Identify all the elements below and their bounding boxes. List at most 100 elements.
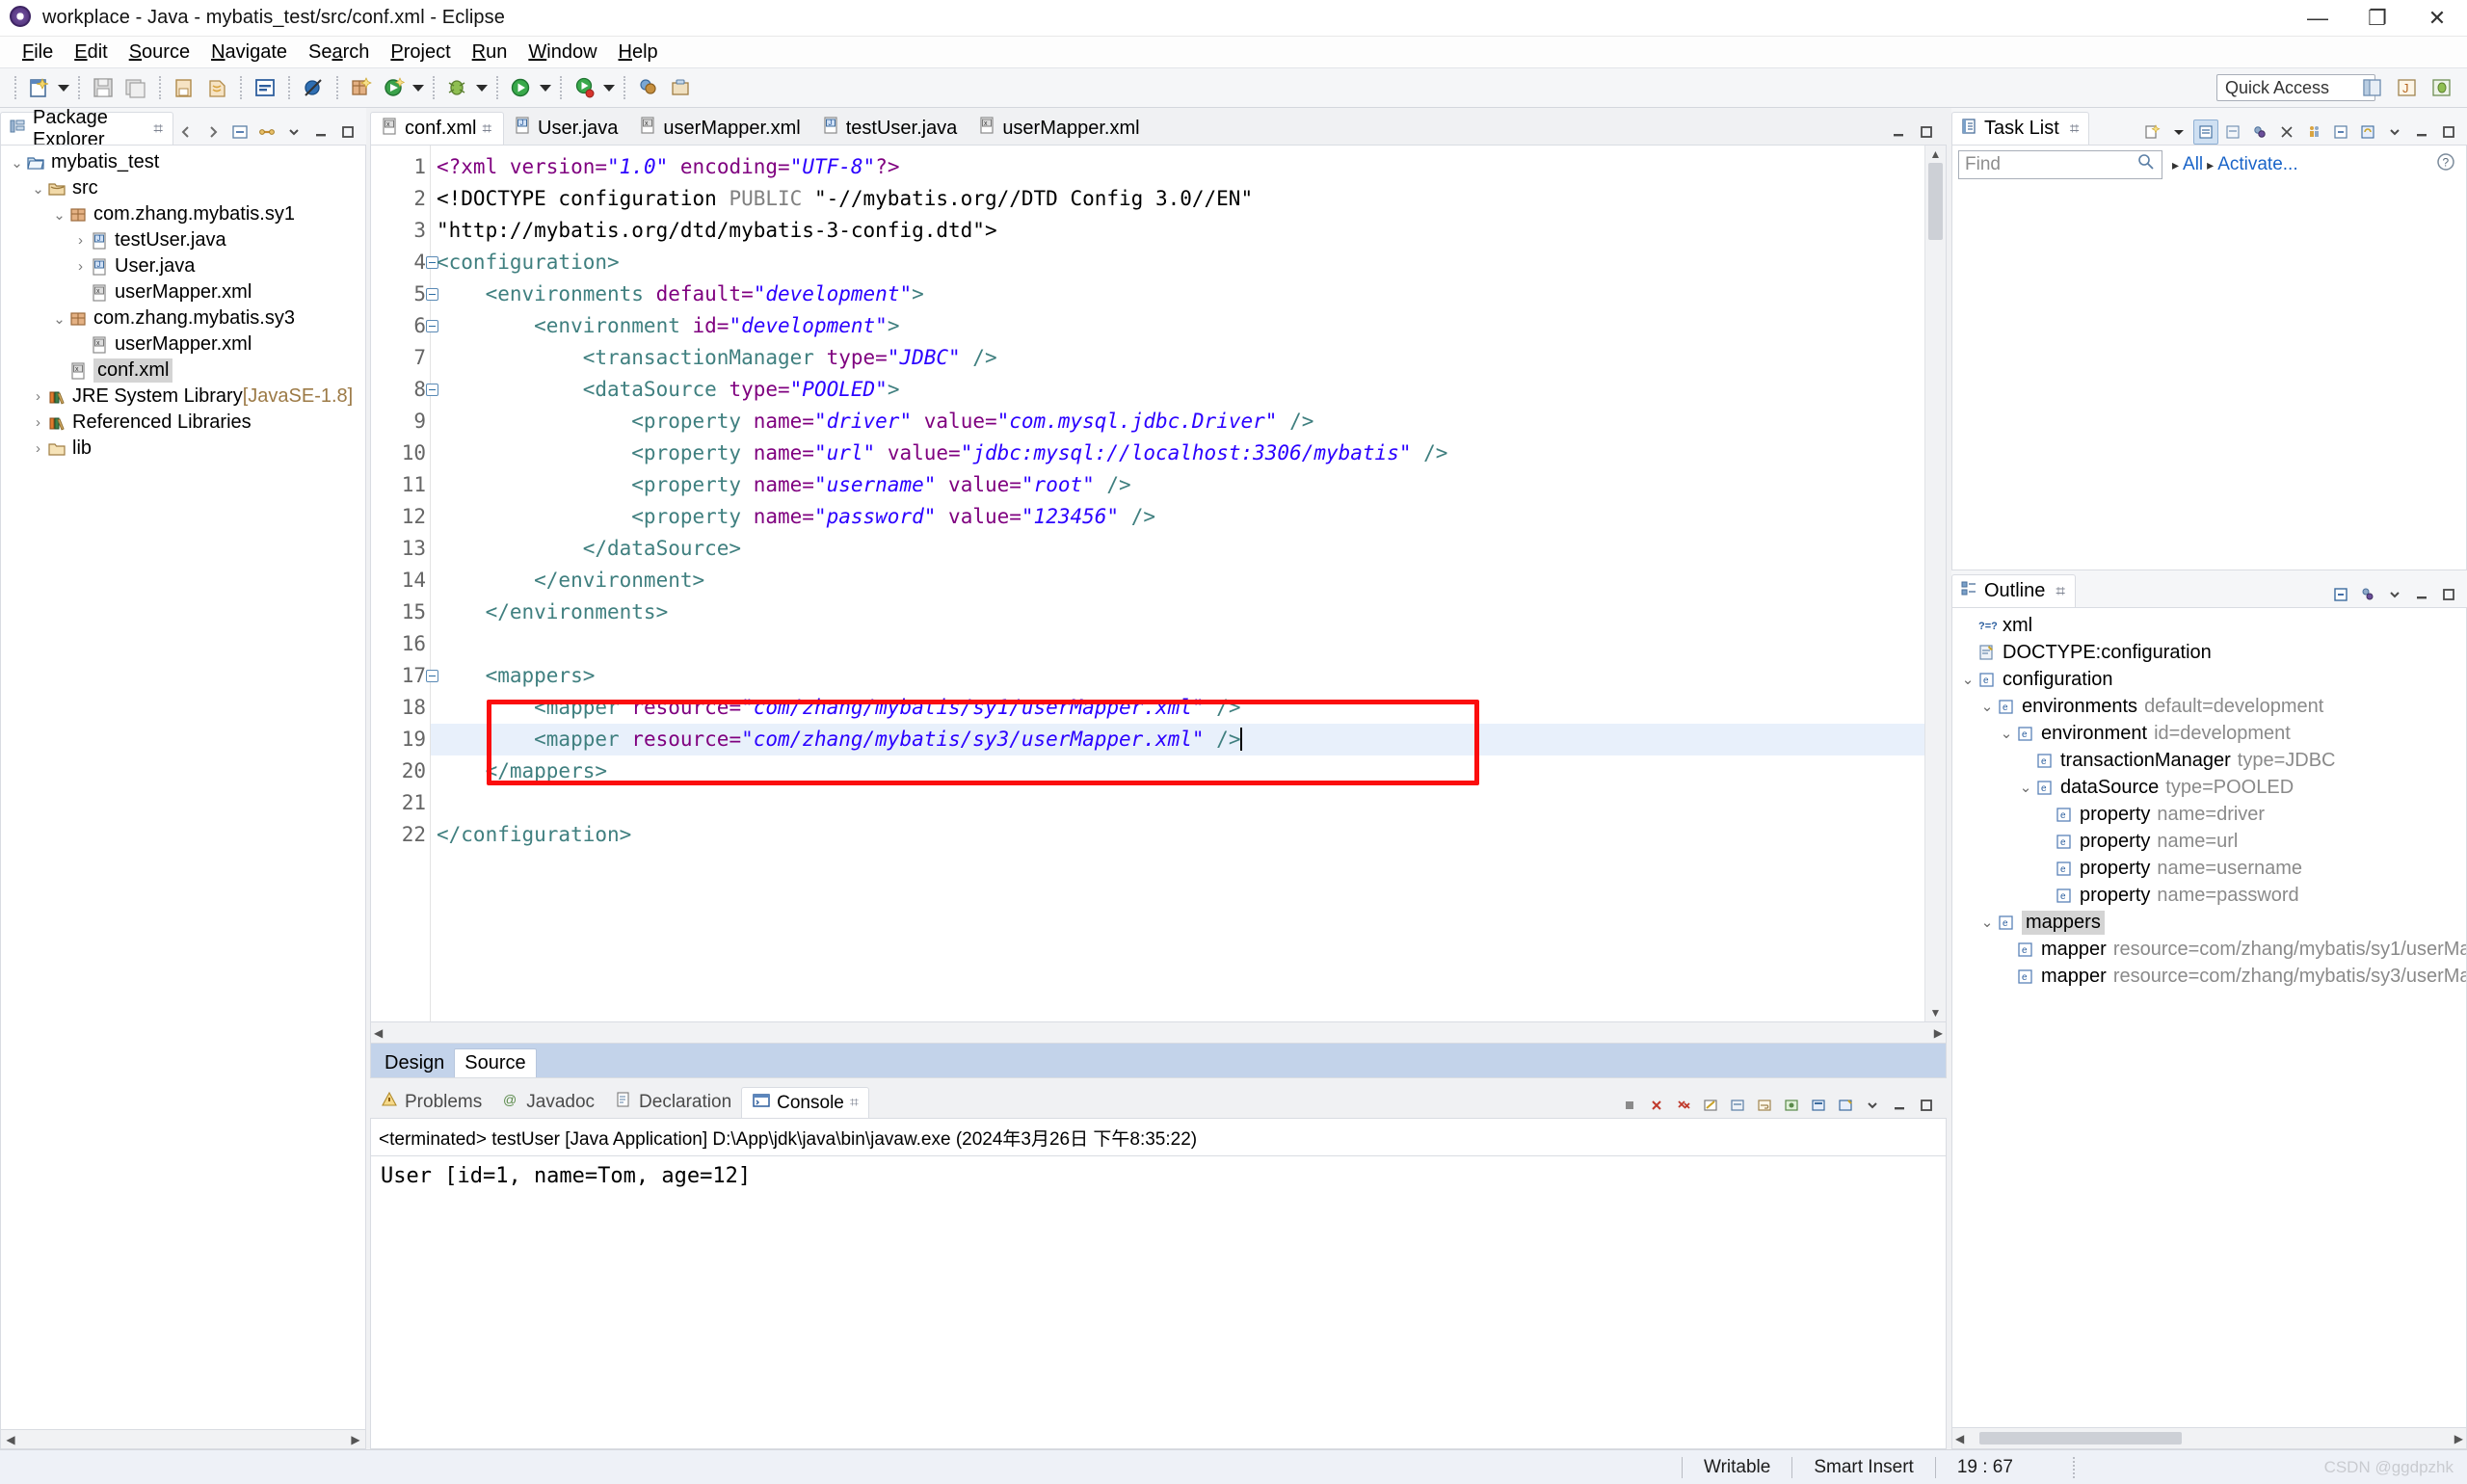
editor-tab-testUser-java[interactable]: JtestUser.java [812, 112, 969, 145]
filter-icon[interactable] [2274, 119, 2299, 145]
open-console-icon[interactable] [1833, 1093, 1858, 1118]
view-menu-icon[interactable] [1860, 1093, 1885, 1118]
menu-search[interactable]: Search [298, 39, 380, 66]
menu-navigate[interactable]: Navigate [200, 39, 298, 66]
code-line[interactable] [431, 787, 1946, 819]
save-all-icon[interactable] [121, 73, 150, 102]
package-explorer-hscrollbar[interactable]: ◀ ▶ [0, 1430, 366, 1449]
maximize-icon[interactable] [1914, 119, 1939, 145]
code-line[interactable]: <?xml version="1.0" encoding="UTF-8"?> [431, 151, 1946, 183]
close-icon[interactable]: ⌗ [850, 1095, 859, 1112]
scroll-right-icon[interactable]: ▶ [1934, 1026, 1943, 1040]
scroll-right-icon[interactable]: ▶ [2454, 1432, 2463, 1445]
expand-arrow-icon[interactable]: › [30, 388, 46, 405]
menu-window[interactable]: Window [517, 39, 607, 66]
maximize-icon[interactable] [1914, 1093, 1939, 1118]
menu-file[interactable]: File [12, 39, 64, 66]
editor-page-tab-design[interactable]: Design [375, 1048, 454, 1077]
tab-outline[interactable]: Outline ⌗ [1951, 574, 2076, 607]
new-task-dropdown-icon[interactable] [2166, 119, 2191, 145]
scroll-lock-icon[interactable] [1725, 1093, 1750, 1118]
maximize-icon[interactable] [2436, 119, 2461, 145]
run-icon[interactable] [507, 73, 536, 102]
filter-activate-link[interactable]: Activate... [2217, 154, 2297, 175]
code-line[interactable]: <property name="username" value="root" /… [431, 469, 1946, 501]
menu-project[interactable]: Project [380, 39, 461, 66]
view-menu-icon[interactable] [2382, 119, 2407, 145]
outline-item[interactable]: e mapper resource=com/zhang/mybatis/sy1/us… [1952, 936, 2466, 963]
save-icon[interactable] [89, 73, 118, 102]
collapse-all-icon[interactable] [2328, 582, 2353, 607]
new-wizard-dropdown-icon[interactable] [56, 73, 71, 102]
code-line[interactable]: <!DOCTYPE configuration PUBLIC "-//mybat… [431, 183, 1946, 215]
new-task-icon[interactable] [2139, 119, 2164, 145]
outline-item[interactable]: ⌄ e mappers [1952, 909, 2466, 936]
scroll-up-icon[interactable]: ▲ [1925, 147, 1946, 161]
expand-arrow-icon[interactable]: ⌄ [51, 310, 67, 328]
remove-all-icon[interactable] [1671, 1093, 1696, 1118]
pin-console-icon[interactable] [1779, 1093, 1804, 1118]
tree-item[interactable]: x userMapper.xml [1, 279, 365, 305]
editor-vscrollbar[interactable]: ▲ ▼ [1924, 146, 1946, 1021]
outline-item[interactable]: ⌄ e environment id=development [1952, 720, 2466, 747]
outline-item[interactable]: ⌄ e dataSource type=POOLED [1952, 774, 2466, 801]
synchronize-icon[interactable] [2355, 119, 2380, 145]
code-line[interactable]: </environment> [431, 565, 1946, 596]
editor-tab-User-java[interactable]: J User.java [504, 112, 629, 145]
code-line[interactable]: <mappers> [431, 660, 1946, 692]
menu-run[interactable]: Run [462, 39, 518, 66]
maximize-icon[interactable] [335, 119, 360, 145]
code-line[interactable]: "http://mybatis.org/dtd/mybatis-3-config… [431, 215, 1946, 247]
scroll-left-icon[interactable]: ◀ [3, 1433, 18, 1446]
menu-help[interactable]: Help [608, 39, 669, 66]
view-menu-icon[interactable] [281, 119, 306, 145]
external-tools-icon[interactable] [380, 73, 409, 102]
run-dropdown-icon[interactable] [538, 73, 553, 102]
minimize-icon[interactable] [1887, 1093, 1912, 1118]
console-tab-problems[interactable]: Problems [370, 1087, 491, 1118]
scroll-thumb[interactable] [1928, 163, 1943, 240]
new-package-icon[interactable] [347, 73, 376, 102]
help-icon[interactable]: ? [2435, 151, 2456, 178]
toggle-ant-icon[interactable] [202, 73, 231, 102]
code-line[interactable] [431, 628, 1946, 660]
tree-item[interactable]: › lib [1, 436, 365, 462]
code-line[interactable]: </mappers> [431, 755, 1946, 787]
minimize-icon[interactable] [308, 119, 333, 145]
print-icon[interactable] [170, 73, 199, 102]
outline-item[interactable]: e mapper resource=com/zhang/mybatis/sy3/us… [1952, 963, 2466, 990]
close-icon[interactable]: ⌗ [2070, 119, 2080, 139]
view-menu-icon[interactable] [2382, 582, 2407, 607]
filter-all-link[interactable]: All [2183, 154, 2203, 175]
new-wizard-icon[interactable] [25, 73, 54, 102]
code-line[interactable]: <configuration> [431, 247, 1946, 278]
minimize-icon[interactable] [2409, 582, 2434, 607]
console-tab-javadoc[interactable]: @ Javadoc [491, 1087, 604, 1118]
outline-item[interactable]: e property name=url [1952, 828, 2466, 855]
close-button[interactable]: ✕ [2407, 0, 2467, 37]
open-type-icon[interactable] [634, 73, 663, 102]
quick-access-field[interactable]: Quick Access [2216, 74, 2375, 101]
expand-arrow-icon[interactable]: ⌄ [1997, 725, 2016, 742]
tree-item[interactable]: ⌄ src [1, 175, 365, 201]
outline-item[interactable]: e property name=driver [1952, 801, 2466, 828]
code-line[interactable]: </dataSource> [431, 533, 1946, 565]
code-text[interactable]: <?xml version="1.0" encoding="UTF-8"?> <!… [431, 146, 1946, 1021]
tree-item[interactable]: › Referenced Libraries [1, 410, 365, 436]
expand-arrow-icon[interactable]: › [30, 440, 46, 457]
task-find-input[interactable]: Find [1958, 150, 2162, 179]
expand-arrow-icon[interactable]: ⌄ [30, 180, 46, 198]
skip-breakpoints-icon[interactable] [299, 73, 328, 102]
minimize-icon[interactable] [2409, 119, 2434, 145]
scroll-right-icon[interactable]: ▶ [348, 1433, 363, 1446]
editor-tab-userMapper-xml[interactable]: x userMapper.xml [968, 112, 1151, 145]
collapse-all-icon[interactable] [2328, 119, 2353, 145]
expand-arrow-icon[interactable]: › [72, 232, 89, 249]
tree-item[interactable]: › J User.java [1, 253, 365, 279]
outline-item[interactable]: e property name=password [1952, 882, 2466, 909]
outline-item[interactable]: DOCTYPE:configuration [1952, 639, 2466, 666]
code-line[interactable]: <mapper resource="com/zhang/mybatis/sy3/… [431, 724, 1946, 755]
external-tools-dropdown-icon[interactable] [411, 73, 426, 102]
remove-launch-icon[interactable] [1644, 1093, 1669, 1118]
coverage-dropdown-icon[interactable] [601, 73, 617, 102]
